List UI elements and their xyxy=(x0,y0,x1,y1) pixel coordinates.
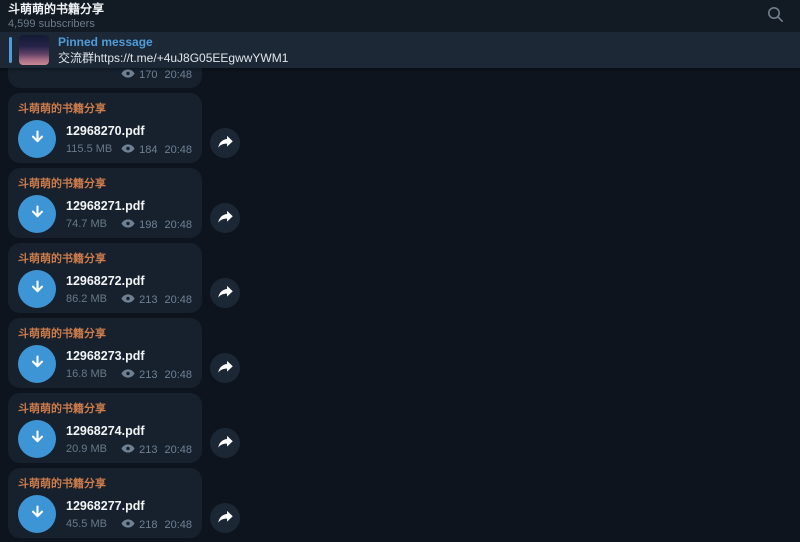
message-bubble: 斗萌萌的书籍分享 12968271.pdf 74.7 MB xyxy=(8,168,202,238)
message-meta: 184 20:48 xyxy=(121,144,192,156)
pinned-texts: Pinned message 交流群https://t.me/+4uJ8G05E… xyxy=(58,35,288,66)
message-bubble: 斗萌萌的书籍分享 12968270.pdf 115.5 MB xyxy=(8,93,202,163)
message-time: 20:48 xyxy=(164,144,192,156)
pinned-accent-bar xyxy=(9,37,12,63)
views-count: 213 xyxy=(139,444,157,456)
forward-button[interactable] xyxy=(210,353,240,383)
message: 斗萌萌的书籍分享 12968273.pdf 16.8 MB xyxy=(8,318,258,388)
message-bubble: 斗萌萌的书籍分享 12968277.pdf 45.5 MB xyxy=(8,468,202,538)
download-arrow-icon xyxy=(28,203,47,225)
message-bubble: 斗萌萌的书籍分享 12968272.pdf 86.2 MB xyxy=(8,243,202,313)
file-name[interactable]: 12968271.pdf xyxy=(66,199,145,213)
message-list[interactable]: 170 20:48 斗萌萌的书籍分享 xyxy=(0,68,800,542)
eye-icon xyxy=(121,219,139,231)
views-count: 218 xyxy=(139,519,157,531)
forward-arrow-icon xyxy=(217,209,234,227)
pinned-message-bar[interactable]: Pinned message 交流群https://t.me/+4uJ8G05E… xyxy=(0,32,800,68)
chat-title: 斗萌萌的书籍分享 xyxy=(8,3,104,17)
eye-icon xyxy=(121,369,139,381)
forward-arrow-icon xyxy=(217,509,234,527)
message-meta: 198 20:48 xyxy=(121,219,192,231)
download-arrow-icon xyxy=(28,278,47,300)
download-button[interactable] xyxy=(18,120,56,158)
message: 斗萌萌的书籍分享 12968271.pdf 74.7 MB xyxy=(8,168,258,238)
forward-arrow-icon xyxy=(217,434,234,452)
forward-button[interactable] xyxy=(210,278,240,308)
download-arrow-icon xyxy=(28,128,47,150)
file-name[interactable]: 12968274.pdf xyxy=(66,424,145,438)
pinned-thumbnail xyxy=(19,35,49,65)
download-arrow-icon xyxy=(28,353,47,375)
message-meta: 218 20:48 xyxy=(121,519,192,531)
message-time: 20:48 xyxy=(164,69,192,81)
file-name[interactable]: 12968277.pdf xyxy=(66,499,145,513)
chat-header: 斗萌萌的书籍分享 4,599 subscribers xyxy=(0,0,800,32)
forward-arrow-icon xyxy=(217,134,234,152)
sender-name[interactable]: 斗萌萌的书籍分享 xyxy=(18,325,192,341)
download-arrow-icon xyxy=(28,428,47,450)
sender-name[interactable]: 斗萌萌的书籍分享 xyxy=(18,400,192,416)
message-meta: 170 20:48 xyxy=(121,69,192,81)
message: 斗萌萌的书籍分享 12968277.pdf 45.5 MB xyxy=(8,468,258,538)
views-count: 213 xyxy=(139,294,157,306)
sender-name[interactable]: 斗萌萌的书籍分享 xyxy=(18,250,192,266)
views-count: 184 xyxy=(139,144,157,156)
message: 斗萌萌的书籍分享 12968270.pdf 115.5 MB xyxy=(8,93,258,163)
message-meta: 213 20:48 xyxy=(121,444,192,456)
eye-icon xyxy=(121,144,139,156)
file-name[interactable]: 12968273.pdf xyxy=(66,349,145,363)
pinned-text: 交流群https://t.me/+4uJ8G05EEgwwYWM1 xyxy=(58,51,288,65)
download-button[interactable] xyxy=(18,420,56,458)
message-bubble: 斗萌萌的书籍分享 12968273.pdf 16.8 MB xyxy=(8,318,202,388)
message: 斗萌萌的书籍分享 12968274.pdf 20.9 MB xyxy=(8,393,258,463)
eye-icon xyxy=(121,294,139,306)
download-arrow-icon xyxy=(28,503,47,525)
eye-icon xyxy=(121,519,139,531)
pinned-label: Pinned message xyxy=(58,35,288,49)
views-count: 170 xyxy=(139,69,157,81)
forward-arrow-icon xyxy=(217,359,234,377)
forward-arrow-icon xyxy=(217,284,234,302)
chat-header-titles[interactable]: 斗萌萌的书籍分享 4,599 subscribers xyxy=(8,1,104,30)
message-bubble: 斗萌萌的书籍分享 12968274.pdf 20.9 MB xyxy=(8,393,202,463)
message-time: 20:48 xyxy=(164,369,192,381)
sender-name[interactable]: 斗萌萌的书籍分享 xyxy=(18,100,192,116)
file-name[interactable]: 12968272.pdf xyxy=(66,274,145,288)
message-time: 20:48 xyxy=(164,219,192,231)
views-count: 198 xyxy=(139,219,157,231)
views-count: 213 xyxy=(139,369,157,381)
download-button[interactable] xyxy=(18,495,56,533)
telegram-channel-view: 斗萌萌的书籍分享 4,599 subscribers Pinned messag… xyxy=(0,0,800,542)
forward-button[interactable] xyxy=(210,128,240,158)
message-time: 20:48 xyxy=(164,444,192,456)
subscriber-count: 4,599 subscribers xyxy=(8,18,104,31)
forward-button[interactable] xyxy=(210,503,240,533)
message-bubble: 170 20:48 xyxy=(8,68,202,88)
eye-icon xyxy=(121,444,139,456)
search-button[interactable] xyxy=(762,3,788,29)
sender-name[interactable]: 斗萌萌的书籍分享 xyxy=(18,175,192,191)
forward-button[interactable] xyxy=(210,428,240,458)
message: 170 20:48 xyxy=(8,68,258,88)
message-time: 20:48 xyxy=(164,294,192,306)
forward-button[interactable] xyxy=(210,203,240,233)
download-button[interactable] xyxy=(18,270,56,308)
download-button[interactable] xyxy=(18,195,56,233)
download-button[interactable] xyxy=(18,345,56,383)
message-meta: 213 20:48 xyxy=(121,369,192,381)
eye-icon xyxy=(121,69,139,81)
message: 斗萌萌的书籍分享 12968272.pdf 86.2 MB xyxy=(8,243,258,313)
file-name[interactable]: 12968270.pdf xyxy=(66,124,145,138)
search-icon xyxy=(767,6,784,26)
message-meta: 213 20:48 xyxy=(121,294,192,306)
sender-name[interactable]: 斗萌萌的书籍分享 xyxy=(18,475,192,491)
message-time: 20:48 xyxy=(164,519,192,531)
